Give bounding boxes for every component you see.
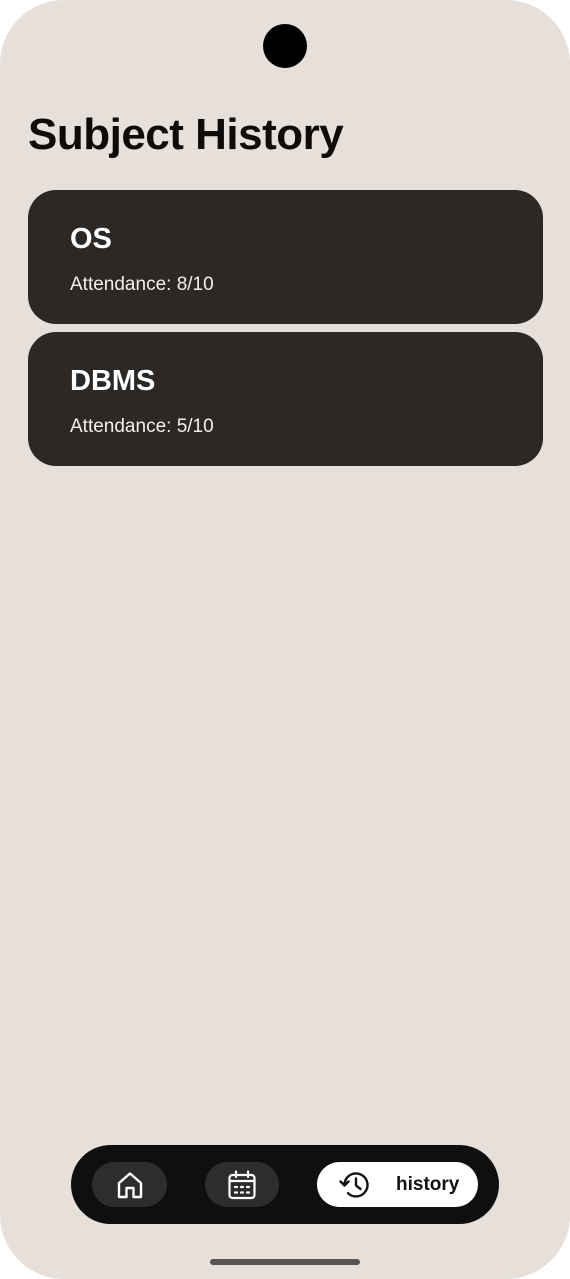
subject-card-os[interactable]: OS Attendance: 8/10 — [28, 190, 543, 324]
home-icon — [113, 1168, 147, 1202]
page-title: Subject History — [28, 110, 344, 159]
nav-history-button[interactable]: history — [317, 1162, 478, 1207]
subject-name: OS — [70, 223, 112, 255]
app-screen: Subject History OS Attendance: 8/10 DBMS… — [0, 0, 570, 1279]
subject-name: DBMS — [70, 365, 156, 397]
nav-calendar-button[interactable] — [205, 1162, 279, 1207]
calendar-icon — [225, 1168, 259, 1202]
history-icon — [338, 1168, 372, 1202]
nav-history-label: history — [396, 1173, 460, 1195]
bottom-navigation-bar: history — [71, 1145, 499, 1224]
front-camera-cutout — [263, 24, 307, 68]
home-indicator[interactable] — [210, 1259, 360, 1265]
subject-attendance: Attendance: 5/10 — [70, 416, 214, 437]
nav-home-button[interactable] — [92, 1162, 167, 1207]
subject-card-dbms[interactable]: DBMS Attendance: 5/10 — [28, 332, 543, 466]
subject-attendance: Attendance: 8/10 — [70, 274, 214, 295]
subject-list: OS Attendance: 8/10 DBMS Attendance: 5/1… — [28, 190, 543, 474]
